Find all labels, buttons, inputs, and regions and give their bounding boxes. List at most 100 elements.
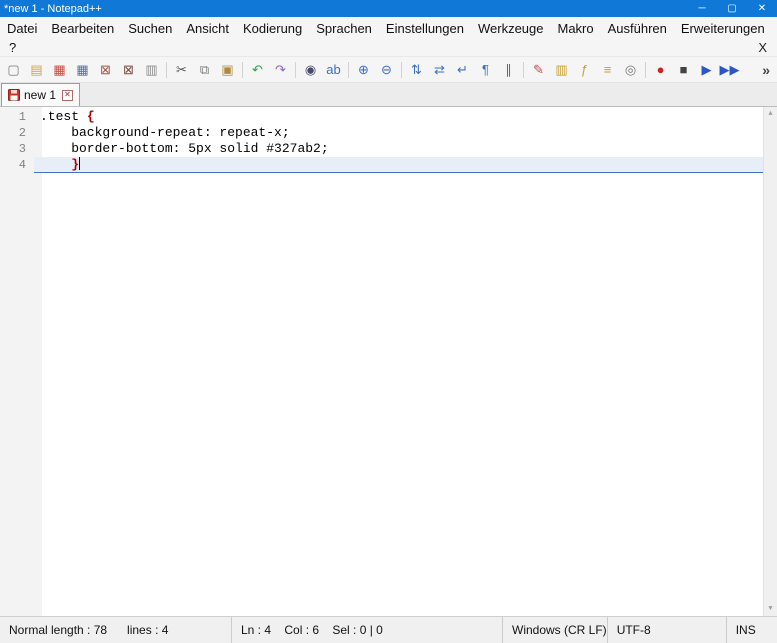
- notepad-plus-plus-window: *new 1 - Notepad++ ─ ▢ ✕ DateiBearbeiten…: [0, 0, 777, 643]
- close-icon-glyph: ⊠: [100, 63, 111, 76]
- replace-icon[interactable]: ab: [323, 59, 344, 80]
- minimize-button[interactable]: ─: [687, 0, 717, 17]
- code-line-3[interactable]: 3 border-bottom: 5px solid #327ab2;: [0, 141, 763, 157]
- close-button[interactable]: ✕: [747, 0, 777, 17]
- sync-vertical-scroll-icon[interactable]: ⇅: [406, 59, 427, 80]
- menu-item-erweiterungen[interactable]: Erweiterungen: [674, 19, 772, 38]
- cut-icon-glyph: ✂: [176, 63, 187, 76]
- toolbar-separator: [295, 62, 296, 78]
- monitoring-icon[interactable]: ◎: [620, 59, 641, 80]
- document-list-icon[interactable]: ≡: [597, 59, 618, 80]
- save-icon[interactable]: ▦: [49, 59, 70, 80]
- toolbar-icons: ▢▤▦▦⊠⊠▥✂⧉▣↶↷◉ab⊕⊖⇅⇄↵¶∥✎▥ƒ≡◎●■▶▶▶: [2, 59, 741, 80]
- toolbar-overflow-chevron-icon[interactable]: »: [755, 62, 777, 78]
- save-all-icon[interactable]: ▦: [72, 59, 93, 80]
- menu-item-ausf-hren[interactable]: Ausführen: [601, 19, 674, 38]
- status-bar: Normal length : 78 lines : 4 Ln : 4 Col …: [0, 616, 777, 643]
- toolbar-separator: [645, 62, 646, 78]
- sync-vertical-scroll-icon-glyph: ⇅: [411, 63, 422, 76]
- code-token: background-repeat: repeat-x;: [40, 125, 290, 140]
- word-wrap-icon-glyph: ↵: [457, 63, 468, 76]
- find-icon[interactable]: ◉: [300, 59, 321, 80]
- menu-item-datei[interactable]: Datei: [0, 19, 44, 38]
- code-token: [40, 157, 71, 172]
- scroll-down-icon[interactable]: ▼: [768, 602, 772, 616]
- show-all-characters-icon-glyph: ¶: [482, 63, 489, 76]
- user-defined-language-icon[interactable]: ✎: [528, 59, 549, 80]
- scroll-up-icon[interactable]: ▲: [768, 107, 772, 121]
- menu-item-ansicht[interactable]: Ansicht: [179, 19, 236, 38]
- play-macro-icon-glyph: ▶: [702, 63, 712, 76]
- menu-item-makro[interactable]: Makro: [551, 19, 601, 38]
- toolbar-separator: [242, 62, 243, 78]
- code-line-4[interactable]: 4 }: [0, 157, 763, 173]
- open-file-icon-glyph: ▤: [30, 63, 42, 76]
- copy-icon[interactable]: ⧉: [194, 59, 215, 80]
- code-token: {: [87, 109, 95, 124]
- new-file-icon-glyph: ▢: [7, 63, 19, 76]
- function-list-icon-glyph: ƒ: [581, 63, 588, 76]
- paste-icon[interactable]: ▣: [217, 59, 238, 80]
- indent-guide-icon[interactable]: ∥: [498, 59, 519, 80]
- new-file-icon[interactable]: ▢: [3, 59, 24, 80]
- cut-icon[interactable]: ✂: [171, 59, 192, 80]
- menu-item-kodierung[interactable]: Kodierung: [236, 19, 309, 38]
- paste-icon-glyph: ▣: [221, 63, 233, 76]
- print-icon[interactable]: ▥: [141, 59, 162, 80]
- editor-area[interactable]: 1.test {2 background-repeat: repeat-x;3 …: [0, 107, 777, 616]
- zoom-out-icon-glyph: ⊖: [381, 63, 392, 76]
- toolbar-separator: [401, 62, 402, 78]
- status-encoding[interactable]: UTF-8: [607, 617, 726, 643]
- toolbar: ▢▤▦▦⊠⊠▥✂⧉▣↶↷◉ab⊕⊖⇅⇄↵¶∥✎▥ƒ≡◎●■▶▶▶ »: [0, 56, 777, 83]
- status-insert-mode[interactable]: INS: [726, 617, 777, 643]
- status-doc-info: Normal length : 78 lines : 4: [0, 617, 231, 643]
- unsaved-floppy-icon: [8, 89, 20, 101]
- status-cursor-position: Ln : 4 Col : 6 Sel : 0 | 0: [231, 617, 502, 643]
- zoom-out-icon[interactable]: ⊖: [376, 59, 397, 80]
- vertical-scrollbar[interactable]: ▲ ▼: [763, 107, 777, 616]
- print-icon-glyph: ▥: [145, 63, 157, 76]
- line-number: 2: [0, 125, 34, 141]
- maximize-button[interactable]: ▢: [717, 0, 747, 17]
- toolbar-separator: [166, 62, 167, 78]
- redo-icon[interactable]: ↷: [270, 59, 291, 80]
- sync-horizontal-scroll-icon[interactable]: ⇄: [429, 59, 450, 80]
- tab-close-icon[interactable]: ✕: [62, 90, 73, 101]
- close-all-icon[interactable]: ⊠: [118, 59, 139, 80]
- run-macro-multiple-icon[interactable]: ▶▶: [719, 59, 740, 80]
- word-wrap-icon[interactable]: ↵: [452, 59, 473, 80]
- status-eol-format[interactable]: Windows (CR LF): [502, 617, 607, 643]
- menu-item-fenster[interactable]: Fenster: [772, 19, 777, 38]
- menu-item-help[interactable]: ?: [0, 39, 25, 56]
- stop-macro-icon[interactable]: ■: [673, 59, 694, 80]
- monitoring-icon-glyph: ◎: [625, 63, 636, 76]
- play-macro-icon[interactable]: ▶: [696, 59, 717, 80]
- record-macro-icon[interactable]: ●: [650, 59, 671, 80]
- function-list-icon[interactable]: ƒ: [574, 59, 595, 80]
- menu-item-einstellungen[interactable]: Einstellungen: [379, 19, 471, 38]
- line-number: 3: [0, 141, 34, 157]
- tab-label: new 1: [24, 88, 56, 102]
- menu-item-bearbeiten[interactable]: Bearbeiten: [44, 19, 121, 38]
- menu-close-button[interactable]: X: [758, 40, 777, 55]
- code-line-1[interactable]: 1.test {: [0, 109, 763, 125]
- menu-item-suchen[interactable]: Suchen: [121, 19, 179, 38]
- title-bar: *new 1 - Notepad++ ─ ▢ ✕: [0, 0, 777, 17]
- open-file-icon[interactable]: ▤: [26, 59, 47, 80]
- zoom-in-icon[interactable]: ⊕: [353, 59, 374, 80]
- menu-item-sprachen[interactable]: Sprachen: [309, 19, 379, 38]
- menu-item-werkzeuge[interactable]: Werkzeuge: [471, 19, 551, 38]
- document-list-icon-glyph: ≡: [604, 63, 612, 76]
- tab-new-1[interactable]: new 1 ✕: [1, 83, 80, 106]
- code-line-2[interactable]: 2 background-repeat: repeat-x;: [0, 125, 763, 141]
- user-defined-language-icon-glyph: ✎: [533, 63, 544, 76]
- code-lines: 1.test {2 background-repeat: repeat-x;3 …: [0, 109, 777, 173]
- code-text: }: [34, 157, 763, 173]
- menu-bar: DateiBearbeitenSuchenAnsichtKodierungSpr…: [0, 17, 777, 56]
- close-icon[interactable]: ⊠: [95, 59, 116, 80]
- undo-icon[interactable]: ↶: [247, 59, 268, 80]
- code-token: }: [71, 157, 79, 172]
- show-all-characters-icon[interactable]: ¶: [475, 59, 496, 80]
- tab-bar: new 1 ✕: [0, 83, 777, 107]
- document-map-icon[interactable]: ▥: [551, 59, 572, 80]
